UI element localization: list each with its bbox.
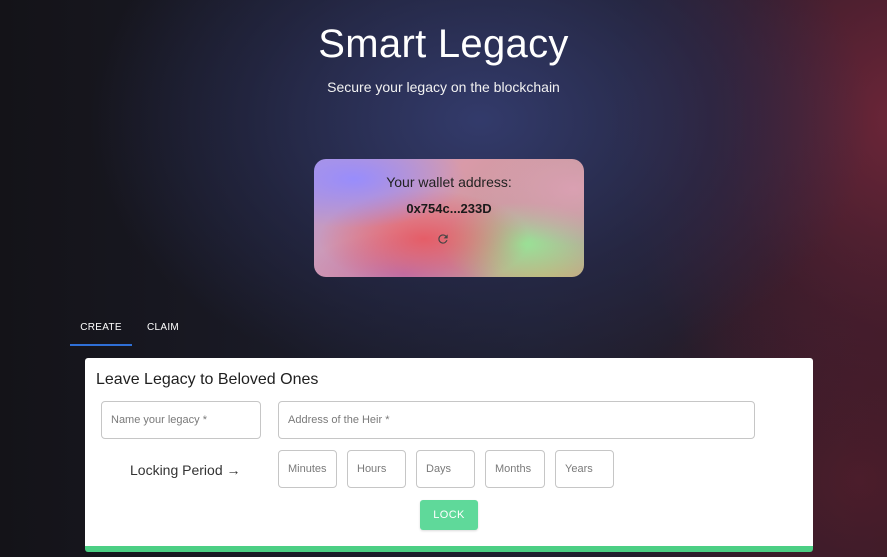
years-input[interactable] bbox=[556, 451, 613, 487]
heir-address-field bbox=[278, 401, 755, 439]
days-field bbox=[416, 450, 475, 488]
hours-input[interactable] bbox=[348, 451, 405, 487]
lock-button[interactable]: LOCK bbox=[420, 500, 478, 530]
days-input[interactable] bbox=[417, 451, 474, 487]
minutes-field bbox=[278, 450, 337, 488]
panel-title: Leave Legacy to Beloved Ones bbox=[96, 371, 319, 388]
wallet-card: Your wallet address: 0x754c...233D bbox=[314, 159, 584, 277]
months-field bbox=[485, 450, 545, 488]
tab-bar: CREATE CLAIM bbox=[70, 310, 194, 346]
refresh-icon[interactable] bbox=[436, 232, 450, 246]
minutes-input[interactable] bbox=[279, 451, 336, 487]
app-title: Smart Legacy bbox=[318, 22, 569, 66]
locking-period-label: Locking Period → bbox=[130, 462, 241, 478]
app-subtitle: Secure your legacy on the blockchain bbox=[327, 79, 560, 95]
legacy-name-input[interactable] bbox=[102, 402, 260, 438]
years-field bbox=[555, 450, 614, 488]
tab-create[interactable]: CREATE bbox=[70, 310, 132, 346]
wallet-address: 0x754c...233D bbox=[406, 201, 492, 216]
wallet-label: Your wallet address: bbox=[386, 174, 512, 190]
create-legacy-panel: Leave Legacy to Beloved Ones Locking Per… bbox=[85, 358, 813, 552]
months-input[interactable] bbox=[486, 451, 544, 487]
heir-address-input[interactable] bbox=[279, 402, 754, 438]
hours-field bbox=[347, 450, 406, 488]
tab-claim[interactable]: CLAIM bbox=[132, 310, 194, 344]
legacy-name-field bbox=[101, 401, 261, 439]
